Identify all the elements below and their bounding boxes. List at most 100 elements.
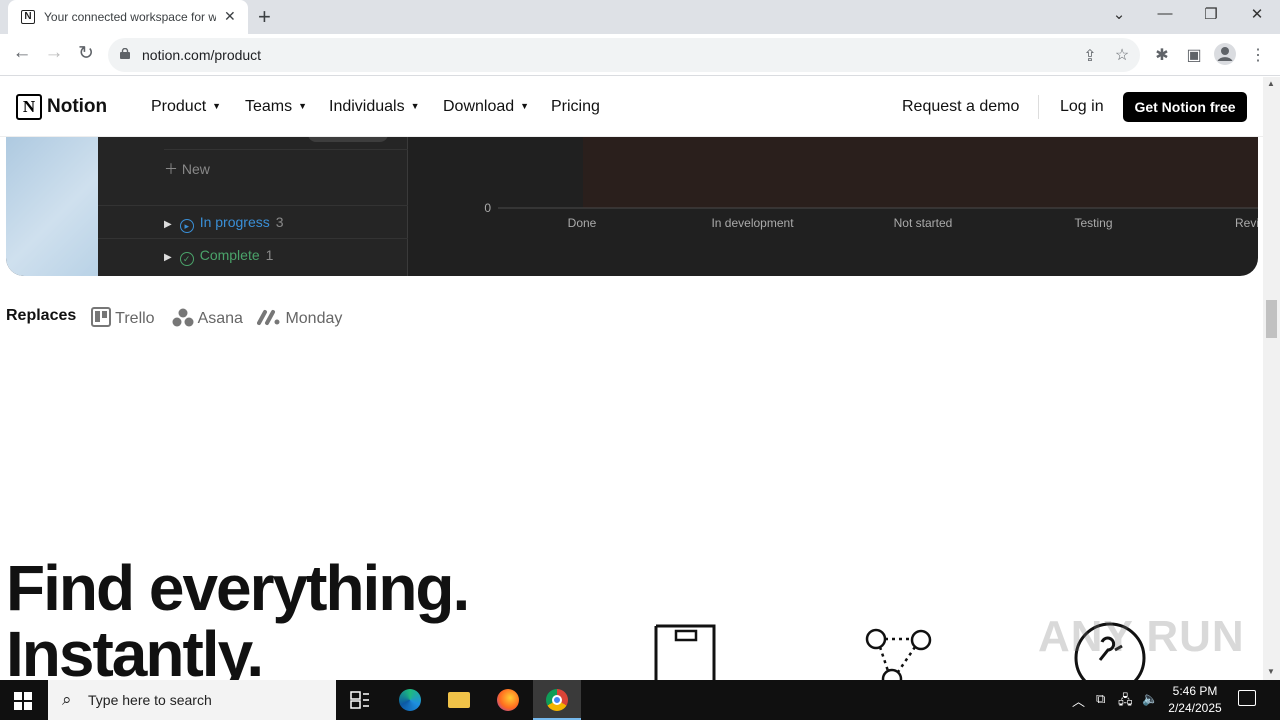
expand-triangle-icon[interactable]: ▶: [164, 252, 172, 263]
board-list-pane: User Education ＋ New ▶▸In progress3 ▶✓Co…: [98, 117, 408, 276]
divider: [1038, 95, 1039, 119]
x-tick-label: Revi: [1235, 216, 1258, 230]
windows-start-icon[interactable]: [14, 692, 32, 710]
new-item-button[interactable]: ＋ New: [164, 159, 210, 179]
new-tab-button[interactable]: +: [258, 4, 271, 30]
asana-icon: [172, 308, 194, 327]
web-page: User Education ＋ New ▶▸In progress3 ▶✓Co…: [0, 77, 1263, 680]
scroll-down-icon[interactable]: ▼: [1267, 667, 1275, 676]
site-header: N Notion Product ▼ Teams ▼ Individuals ▼ Do…: [0, 77, 1263, 137]
restore-button[interactable]: ❐: [1201, 5, 1221, 23]
side-panel-icon[interactable]: ▣: [1184, 45, 1204, 65]
address-bar[interactable]: notion.com/product ⇪ ☆: [108, 38, 1140, 72]
hero-line-1: Find everything.: [6, 552, 470, 624]
nav-individuals[interactable]: Individuals ▼: [329, 98, 420, 116]
divider: [98, 205, 408, 206]
volume-icon[interactable]: 🔈: [1142, 691, 1158, 707]
group-label: In progress: [199, 214, 270, 230]
monday-icon: [257, 310, 280, 325]
firefox-icon[interactable]: [484, 680, 532, 720]
profile-avatar-icon[interactable]: [1214, 43, 1236, 70]
trello-icon: [91, 307, 111, 327]
hero-heading: Find everything. Instantly.: [6, 552, 470, 680]
group-count: 1: [265, 247, 274, 263]
chart-svg: 20DoneIn developmentNot startedTestingRe…: [484, 117, 1258, 230]
scrollbar-thumb[interactable]: [1266, 300, 1277, 338]
nav-label: Product: [151, 98, 207, 115]
nav-product[interactable]: Product ▼: [151, 98, 221, 116]
chrome-menu-icon[interactable]: ⋮: [1248, 45, 1268, 65]
nav-label: Individuals: [329, 98, 405, 115]
browser-toolbar: ← → ↻ notion.com/product ⇪ ☆ ✱ ▣ ⋮: [0, 34, 1280, 76]
new-label: New: [181, 161, 210, 177]
share-icon[interactable]: ⇪: [1080, 46, 1100, 66]
tab-close-icon[interactable]: ✕: [224, 8, 236, 25]
windows-taskbar: ⌕ Type here to search ︿ ⧉ 🖧 🔈 5:46 PM 2/…: [0, 680, 1280, 720]
tray-expand-icon[interactable]: ︿: [1072, 691, 1085, 710]
lock-icon: [120, 48, 130, 59]
x-tick-label: Done: [568, 216, 597, 230]
replaces-label: Replaces: [6, 307, 77, 324]
nav-download[interactable]: Download ▼: [443, 98, 529, 116]
taskbar-search-box[interactable]: ⌕ Type here to search: [48, 680, 336, 720]
reload-icon[interactable]: ↻: [74, 42, 98, 65]
asana-item: Asana: [172, 307, 243, 328]
bookmark-star-icon[interactable]: ☆: [1112, 45, 1132, 65]
meet-now-icon[interactable]: ⧉: [1096, 691, 1105, 707]
get-notion-free-button[interactable]: Get Notion free: [1123, 92, 1247, 122]
y-tick-label: 0: [484, 201, 491, 215]
page-scrollbar[interactable]: ▲ ▼: [1263, 77, 1280, 680]
url-text: notion.com/product: [142, 47, 262, 63]
monday-item: Monday: [257, 307, 342, 328]
system-clock[interactable]: 5:46 PM 2/24/2025: [1160, 683, 1230, 717]
task-view-icon[interactable]: [336, 680, 384, 720]
nav-teams[interactable]: Teams ▼: [245, 98, 307, 116]
group-complete[interactable]: ▶ ✓ Complete 1: [164, 247, 273, 266]
group-label: Complete: [199, 247, 260, 263]
login-link[interactable]: Log in: [1060, 98, 1104, 116]
extensions-icon[interactable]: ✱: [1152, 45, 1172, 65]
nav-label: Download: [443, 98, 515, 115]
chevron-down-icon: ▼: [298, 101, 308, 111]
window-close-button[interactable]: ✕: [1247, 5, 1267, 23]
replaces-item-label: Trello: [115, 310, 155, 327]
group-in-progress[interactable]: ▶ ▸ In progress 3: [164, 214, 284, 233]
edge-icon[interactable]: [386, 680, 434, 720]
tab-search-icon[interactable]: ⌄: [1109, 5, 1129, 23]
network-icon[interactable]: 🖧: [1118, 691, 1133, 713]
clock-date: 2/24/2025: [1168, 701, 1222, 715]
search-placeholder: Type here to search: [88, 692, 212, 708]
tab-strip: N Your connected workspace for wiki, doc…: [0, 0, 1280, 34]
x-tick-label: In development: [711, 216, 794, 230]
back-icon[interactable]: ←: [10, 42, 34, 64]
notion-favicon-icon: N: [21, 10, 35, 24]
nav-pricing[interactable]: Pricing: [551, 98, 600, 116]
chevron-down-icon: ▼: [520, 101, 530, 111]
product-demo-card: User Education ＋ New ▶▸In progress3 ▶✓Co…: [6, 117, 1258, 276]
forward-icon[interactable]: →: [42, 42, 66, 64]
chevron-down-icon: ▼: [410, 101, 420, 111]
group-count: 3: [275, 214, 284, 230]
file-explorer-icon[interactable]: [435, 680, 483, 720]
scroll-up-icon[interactable]: ▲: [1267, 79, 1275, 88]
graph-nodes-icon: [865, 628, 932, 680]
replaces-item-label: Monday: [285, 310, 343, 327]
brand-name[interactable]: Notion: [47, 96, 107, 118]
hero-line-2: Instantly.: [6, 618, 264, 680]
x-tick-label: Not started: [894, 216, 953, 230]
notion-logo-icon[interactable]: N: [16, 94, 42, 120]
card-side-art: [6, 117, 98, 276]
browser-tab[interactable]: N Your connected workspace for wiki, doc…: [8, 0, 248, 34]
request-demo-link[interactable]: Request a demo: [902, 98, 1019, 116]
trello-item: Trello: [91, 307, 155, 328]
minimize-button[interactable]: —: [1155, 5, 1175, 22]
tab-title: Your connected workspace for wiki, docs …: [44, 10, 216, 24]
clock-time: 5:46 PM: [1172, 684, 1218, 698]
expand-triangle-icon[interactable]: ▶: [164, 219, 172, 230]
notification-center-icon[interactable]: [1238, 690, 1256, 706]
chevron-down-icon: ▼: [212, 101, 222, 111]
in-progress-icon: ▸: [179, 219, 194, 233]
nav-label: Teams: [245, 98, 293, 115]
chrome-taskbar-icon[interactable]: [533, 680, 581, 720]
replaces-item-label: Asana: [197, 310, 243, 327]
